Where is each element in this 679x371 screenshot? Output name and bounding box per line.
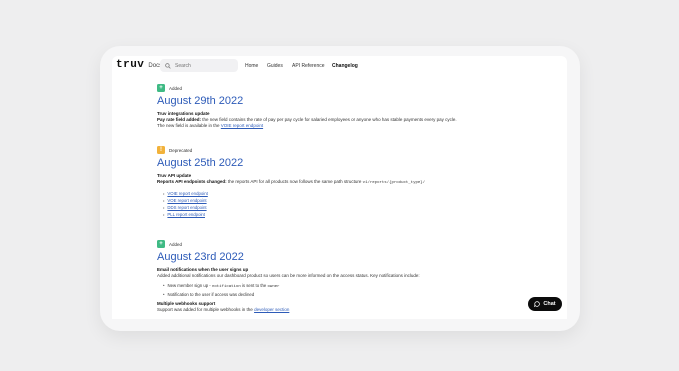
entry-title: August 23rd 2022 <box>157 251 244 263</box>
logo[interactable]: truv Docs <box>116 59 162 71</box>
changelog-entry: + Added August 23rd 2022 Email notificat… <box>157 240 557 313</box>
voie-report-link[interactable]: VOIE report endpoint <box>221 123 263 128</box>
entry-text-body: the reports API for all products now fol… <box>226 179 363 184</box>
entry-text-bold: Reports API endpoints changed: <box>157 179 227 184</box>
plus-icon: + <box>157 84 165 92</box>
list-item: New member sign up - notification is sen… <box>163 282 557 291</box>
nav-home[interactable]: Home <box>245 63 258 69</box>
entry-title: August 25th 2022 <box>157 157 244 169</box>
list-item-text-part: New member sign up - <box>167 283 212 288</box>
nav-guides[interactable]: Guides <box>267 63 283 69</box>
list-item-text: Notification to the user if access was d… <box>167 292 255 297</box>
changelog-entry: + Added August 29th 2022 Truv integratio… <box>157 84 557 129</box>
notification-list: New member sign up - notification is sen… <box>163 282 557 298</box>
chat-button[interactable]: Chat <box>528 297 562 311</box>
tag-label: Added <box>169 241 183 247</box>
entry-tag: + Added <box>157 240 557 248</box>
entry-text: Added additional notifications our dashb… <box>157 273 420 278</box>
search-box[interactable] <box>160 59 238 72</box>
voe-endpoint-link[interactable]: VOE report endpoint <box>167 197 206 204</box>
list-item-text-part: is sent to the <box>240 283 268 288</box>
inline-code: notification <box>211 285 241 289</box>
logo-wordmark: truv <box>116 59 145 71</box>
nav-changelog[interactable]: Changelog <box>332 63 358 69</box>
entry-text-bold: Pay rate field added: <box>157 117 202 122</box>
search-icon <box>165 62 171 69</box>
entry-text-body: the new field contains the rate of pay p… <box>201 117 457 122</box>
warning-icon: ! <box>157 146 165 154</box>
list-item: DDS report endpoint <box>163 204 557 211</box>
voie-endpoint-link[interactable]: VOIE report endpoint <box>167 190 207 197</box>
entry-tag: ! Deprecated <box>157 146 557 154</box>
tag-label: Deprecated <box>169 147 193 153</box>
nav-api-reference[interactable]: API Reference <box>292 63 325 69</box>
entry-text: Support was added for multiple webhooks … <box>157 307 557 313</box>
dds-endpoint-link[interactable]: DDS report endpoint <box>167 204 206 211</box>
chat-bubble-icon <box>534 301 541 307</box>
list-item: Notification to the user if access was d… <box>163 291 557 298</box>
search-input[interactable] <box>175 62 235 69</box>
endpoint-path: v1/reports/{product_type}/ <box>362 181 426 185</box>
endpoint-link-list: VOIE report endpoint VOE report endpoint… <box>163 190 557 218</box>
entry-text: The new field is available in the VOIE r… <box>157 123 557 129</box>
entry-tag: + Added <box>157 84 557 92</box>
entry-text: Reports API endpoints changed: the repor… <box>157 179 557 186</box>
chat-label: Chat <box>543 301 556 307</box>
list-item: PLL report endpoint <box>163 211 557 218</box>
list-item: VOIE report endpoint <box>163 190 557 197</box>
developer-section-link[interactable]: developer section <box>254 307 289 312</box>
entry-text-body: The new field is available in the <box>157 123 221 128</box>
list-item: VOE report endpoint <box>163 197 557 204</box>
list-item-text: New member sign up - notification is sen… <box>168 282 280 291</box>
changelog-entry: ! Deprecated August 25th 2022 Truv API u… <box>157 146 557 218</box>
pll-endpoint-link[interactable]: PLL report endpoint <box>167 211 205 218</box>
browser-screen: truv Docs Home Guides API Reference Chan… <box>112 56 567 319</box>
plus-icon: + <box>157 240 165 248</box>
inline-code: owner <box>267 285 280 289</box>
top-navigation: truv Docs Home Guides API Reference Chan… <box>112 56 567 76</box>
tag-label: Added <box>169 85 183 91</box>
entry-title: August 29th 2022 <box>157 95 244 107</box>
entry-text-body: Support was added for multiple webhooks … <box>157 307 255 312</box>
